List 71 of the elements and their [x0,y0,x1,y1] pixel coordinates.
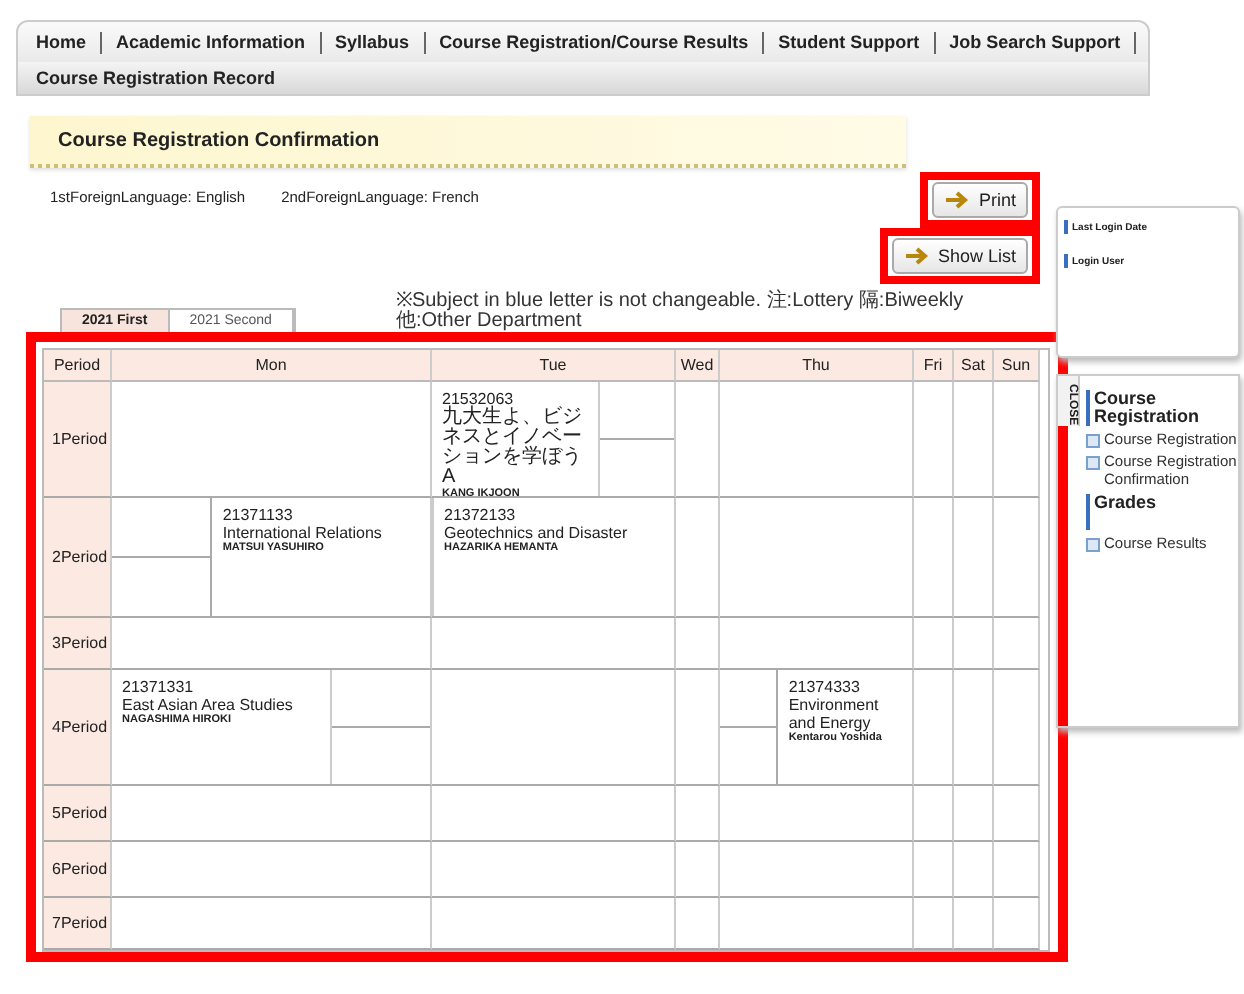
table-cell [994,498,1040,618]
column-header: Period [44,350,112,382]
period-label: 3Period [44,618,112,670]
table-cell [954,618,994,670]
notice-text: ※Subject in blue letter is not changeable. 注:Lottery 隔:Biweekly 他:Other Department [395,292,966,332]
course-title: East Asian Area Studies [122,696,295,714]
course-code: 21372133 [444,506,518,524]
arrow-right-icon [944,190,971,210]
table-cell [954,498,994,618]
period-label: 2Period [44,498,112,618]
column-header: Sat [954,350,994,382]
period-label: 6Period [44,842,112,898]
course-title: Geotechnics and Disaster [444,524,630,542]
table-cell [954,842,994,898]
table-cell [914,842,954,898]
menu-heading: Course Registration [1094,390,1202,426]
period-label: 4Period [44,670,112,786]
nav-link[interactable]: Syllabus [321,31,426,53]
course-code: 21374333 [788,678,862,696]
table-cell [914,898,954,950]
table-cell [676,618,720,670]
menu-heading: Grades [1094,494,1157,516]
square-bullet-icon [1086,538,1100,552]
show-list-button[interactable]: Show List [891,238,1028,274]
table-cell [676,786,720,842]
column-header: Wed [676,350,720,382]
column-header: Mon [112,350,432,382]
page-title: Course Registration Confirmation [30,116,906,168]
course-code: 21532063 [442,390,514,408]
column-header: Tue [432,350,676,382]
table-cell [676,842,720,898]
column-header: Thu [720,350,914,382]
table-cell [994,786,1040,842]
nav-link[interactable]: Student Support [764,31,936,53]
course-code: 21371133 [222,506,295,524]
course-title: International Relations [222,524,384,542]
table-cell [954,898,994,950]
period-label: 1Period [44,382,112,498]
period-label: 5Period [44,786,112,842]
table-cell [994,842,1040,898]
nav-link[interactable]: Course Registration Record [22,67,290,89]
nav-link[interactable]: Home [22,31,103,53]
table-cell [914,618,954,670]
nav-link[interactable]: Job Search Support [935,31,1137,53]
table-cell [994,382,1040,498]
table-cell [954,670,994,786]
table-cell [914,786,954,842]
table-cell [914,498,954,618]
course-title: Environment and Energy [788,696,881,732]
nav-link[interactable]: Course Registration/Course Results [425,31,765,53]
table-cell [994,898,1040,950]
marker-icon [1064,254,1068,268]
period-label: 7Period [44,898,112,950]
table-cell [954,786,994,842]
course-title: 九大生よ、ビジネスとイノベーションを学ぼうA [442,408,584,488]
table-cell [994,670,1040,786]
column-header: Sun [994,350,1040,382]
table-cell [914,382,954,498]
square-bullet-icon [1086,456,1100,470]
arrow-right-icon [903,246,930,266]
table-cell [954,382,994,498]
table-cell [676,898,720,950]
column-header: Fri [914,350,954,382]
nav-link[interactable]: Academic Information [102,31,322,53]
marker-icon [1064,220,1068,234]
marker-icon [1086,494,1090,530]
print-button[interactable]: Print [932,182,1028,218]
square-bullet-icon [1086,434,1100,448]
course-code: 21371331 [122,678,196,696]
marker-icon [1086,390,1090,426]
table-cell [994,618,1040,670]
